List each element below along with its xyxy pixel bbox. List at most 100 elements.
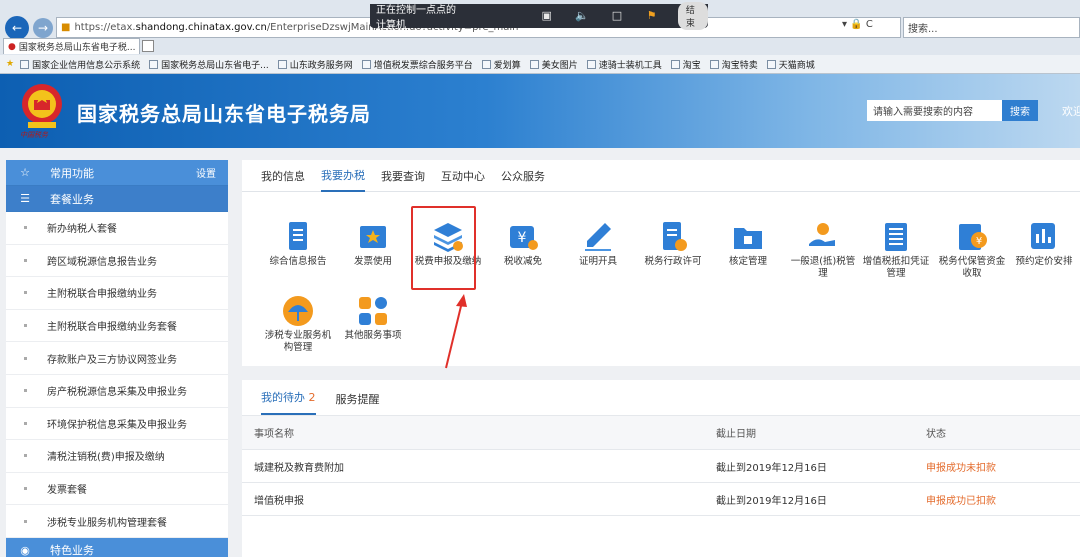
- refund-icon: [809, 223, 835, 246]
- bullet-icon: [24, 291, 27, 295]
- sidebar-settings-link[interactable]: 设置: [196, 165, 216, 180]
- service-tax-reduction[interactable]: ¥ 税收减免: [488, 220, 558, 268]
- sidebar-item[interactable]: 环境保护税信息采集及申报业务: [6, 408, 228, 441]
- tab-public-service[interactable]: 公众服务: [501, 160, 545, 192]
- sidebar-item[interactable]: 房产税税源信息采集及申报业务: [6, 375, 228, 408]
- service-custody[interactable]: ¥ 税务代保管资金收取: [937, 220, 1007, 280]
- service-pricing[interactable]: 预约定价安排: [1009, 220, 1079, 268]
- forward-button[interactable]: →: [33, 18, 53, 38]
- browser-search-input[interactable]: 搜索...: [903, 17, 1080, 38]
- star-icon: ★: [6, 59, 15, 69]
- row-status[interactable]: 申报成功已扣款: [926, 492, 1076, 507]
- sidebar-item[interactable]: 发票套餐: [6, 473, 228, 506]
- pricing-icon: [1031, 223, 1055, 249]
- page-icon: [361, 59, 371, 69]
- service-assessment[interactable]: 核定管理: [713, 220, 783, 268]
- page-icon: [670, 59, 680, 69]
- table-row[interactable]: 城建税及教育费附加 截止到2019年12月16日 申报成功未扣款: [242, 450, 1080, 483]
- national-emblem-icon: [22, 84, 62, 128]
- mute-icon[interactable]: 🔈: [575, 9, 589, 23]
- table-header: 事项名称 截止日期 状态: [242, 416, 1080, 450]
- page-icon: [481, 59, 491, 69]
- tab-service-reminder[interactable]: 服务提醒: [336, 391, 380, 415]
- site-search-button[interactable]: 搜索: [1002, 100, 1038, 121]
- favorite-item[interactable]: 爱划算: [481, 58, 521, 71]
- sidebar-item[interactable]: 主附税联合申报缴纳业务套餐: [6, 310, 228, 343]
- remote-title: 正在控制一点点的计算机: [376, 5, 456, 31]
- col-deadline: 截止日期: [716, 429, 756, 440]
- sidebar-item[interactable]: 存款账户及三方协议网签业务: [6, 342, 228, 375]
- sidebar-item[interactable]: 新办纳税人套餐: [6, 212, 228, 245]
- site-header: 中国税务 国家税务总局山东省电子税务局 请输入需要搜索的内容 搜索 欢迎: [0, 74, 1080, 148]
- site-search-input[interactable]: 请输入需要搜索的内容: [867, 100, 1002, 121]
- sidebar-item[interactable]: 涉税专业服务机构管理套餐: [6, 505, 228, 538]
- service-report[interactable]: 综合信息报告: [263, 220, 333, 268]
- layers-icon: ☰: [20, 192, 30, 205]
- favorite-item[interactable]: 淘宝特卖: [709, 58, 758, 71]
- certificate-icon: [585, 223, 611, 251]
- report-icon: [289, 222, 307, 250]
- red-arrow-icon: [445, 294, 467, 369]
- back-button[interactable]: ←: [5, 16, 29, 40]
- col-name: 事项名称: [254, 429, 294, 440]
- favorite-item[interactable]: 国家企业信用信息公示系统: [20, 58, 140, 71]
- service-certificate[interactable]: 证明开具: [563, 220, 633, 268]
- window-icon[interactable]: ▣: [540, 9, 553, 23]
- tab-favicon: ●: [8, 41, 16, 52]
- tab-title: 国家税务总局山东省电子税...: [18, 43, 136, 53]
- sidebar-item[interactable]: 清税注销税(费)申报及缴纳: [6, 440, 228, 473]
- tab-my-todo[interactable]: 我的待办 2: [261, 389, 316, 415]
- url-controls[interactable]: ▾ 🔒 C: [842, 19, 873, 30]
- row-deadline: 截止到2019年12月16日: [716, 462, 827, 474]
- site-title: 国家税务总局山东省电子税务局: [77, 102, 371, 126]
- page-icon: [149, 59, 159, 69]
- favorite-item[interactable]: 天猫商城: [766, 58, 815, 71]
- svg-text:¥: ¥: [518, 230, 527, 246]
- pin-icon[interactable]: ⚑: [645, 9, 658, 23]
- service-refund[interactable]: 一般退(抵)税管理: [788, 220, 858, 280]
- service-permit[interactable]: 税务行政许可: [638, 220, 708, 268]
- favorite-item[interactable]: 美女图片: [529, 58, 578, 71]
- sidebar-package-business[interactable]: ☰ 套餐业务: [6, 186, 228, 212]
- favorite-item[interactable]: 山东政务服务网: [277, 58, 353, 71]
- sidebar-item[interactable]: 主附税联合申报缴纳业务: [6, 277, 228, 310]
- sidebar-item[interactable]: 跨区域税源信息报告业务: [6, 245, 228, 278]
- table-row[interactable]: 增值税申报 截止到2019年12月16日 申报成功已扣款: [242, 483, 1080, 516]
- screenshot-icon[interactable]: □: [611, 9, 624, 23]
- tab-tax-handling[interactable]: 我要办税: [321, 160, 365, 192]
- new-tab-button[interactable]: [142, 40, 154, 52]
- service-invoice[interactable]: 发票使用: [338, 220, 408, 268]
- todo-panel: 我的待办 2 服务提醒 事项名称 截止日期 状态 城建税及教育费附加 截止到20…: [242, 380, 1080, 557]
- browser-tab[interactable]: ● 国家税务总局山东省电子税...: [3, 38, 140, 54]
- tab-query[interactable]: 我要查询: [381, 160, 425, 192]
- sidebar-common-functions[interactable]: ☆ 常用功能 设置: [6, 160, 228, 186]
- page-icon: [709, 59, 719, 69]
- service-agency-management[interactable]: 涉税专业服务机构管理: [263, 294, 333, 354]
- end-button[interactable]: 结束: [677, 2, 709, 30]
- tab-my-info[interactable]: 我的信息: [261, 160, 305, 192]
- sidebar-special-business[interactable]: ◉ 特色业务: [6, 537, 228, 557]
- service-vat-voucher[interactable]: 增值税抵扣凭证管理: [861, 220, 931, 280]
- favorite-item[interactable]: 速骑士装机工具: [586, 58, 662, 71]
- url-prefix: https://etax.: [74, 22, 136, 33]
- permit-icon: [663, 222, 687, 251]
- row-status[interactable]: 申报成功未扣款: [926, 459, 1076, 474]
- folder-icon: [734, 228, 762, 249]
- bullet-icon: [24, 389, 27, 393]
- tax-reduction-icon: ¥: [510, 226, 538, 250]
- bullet-icon: [24, 258, 27, 262]
- bullet-icon: [24, 487, 27, 491]
- bullet-icon: [24, 421, 27, 425]
- service-other[interactable]: 其他服务事项: [338, 294, 408, 342]
- row-name: 城建税及教育费附加: [254, 462, 344, 474]
- favorite-item[interactable]: 淘宝: [670, 58, 701, 71]
- welcome-text: 欢迎: [1062, 105, 1080, 118]
- row-deadline: 截止到2019年12月16日: [716, 495, 827, 507]
- favorite-item[interactable]: 国家税务总局山东省电子...: [149, 58, 269, 71]
- url-domain: shandong.chinatax.gov.cn: [135, 22, 267, 33]
- favorite-item[interactable]: 增值税发票综合服务平台: [361, 58, 473, 71]
- grid-icon: [359, 297, 387, 325]
- svg-text:¥: ¥: [976, 236, 982, 247]
- tab-interaction[interactable]: 互动中心: [441, 160, 485, 192]
- emblem-caption: 中国税务: [20, 131, 48, 139]
